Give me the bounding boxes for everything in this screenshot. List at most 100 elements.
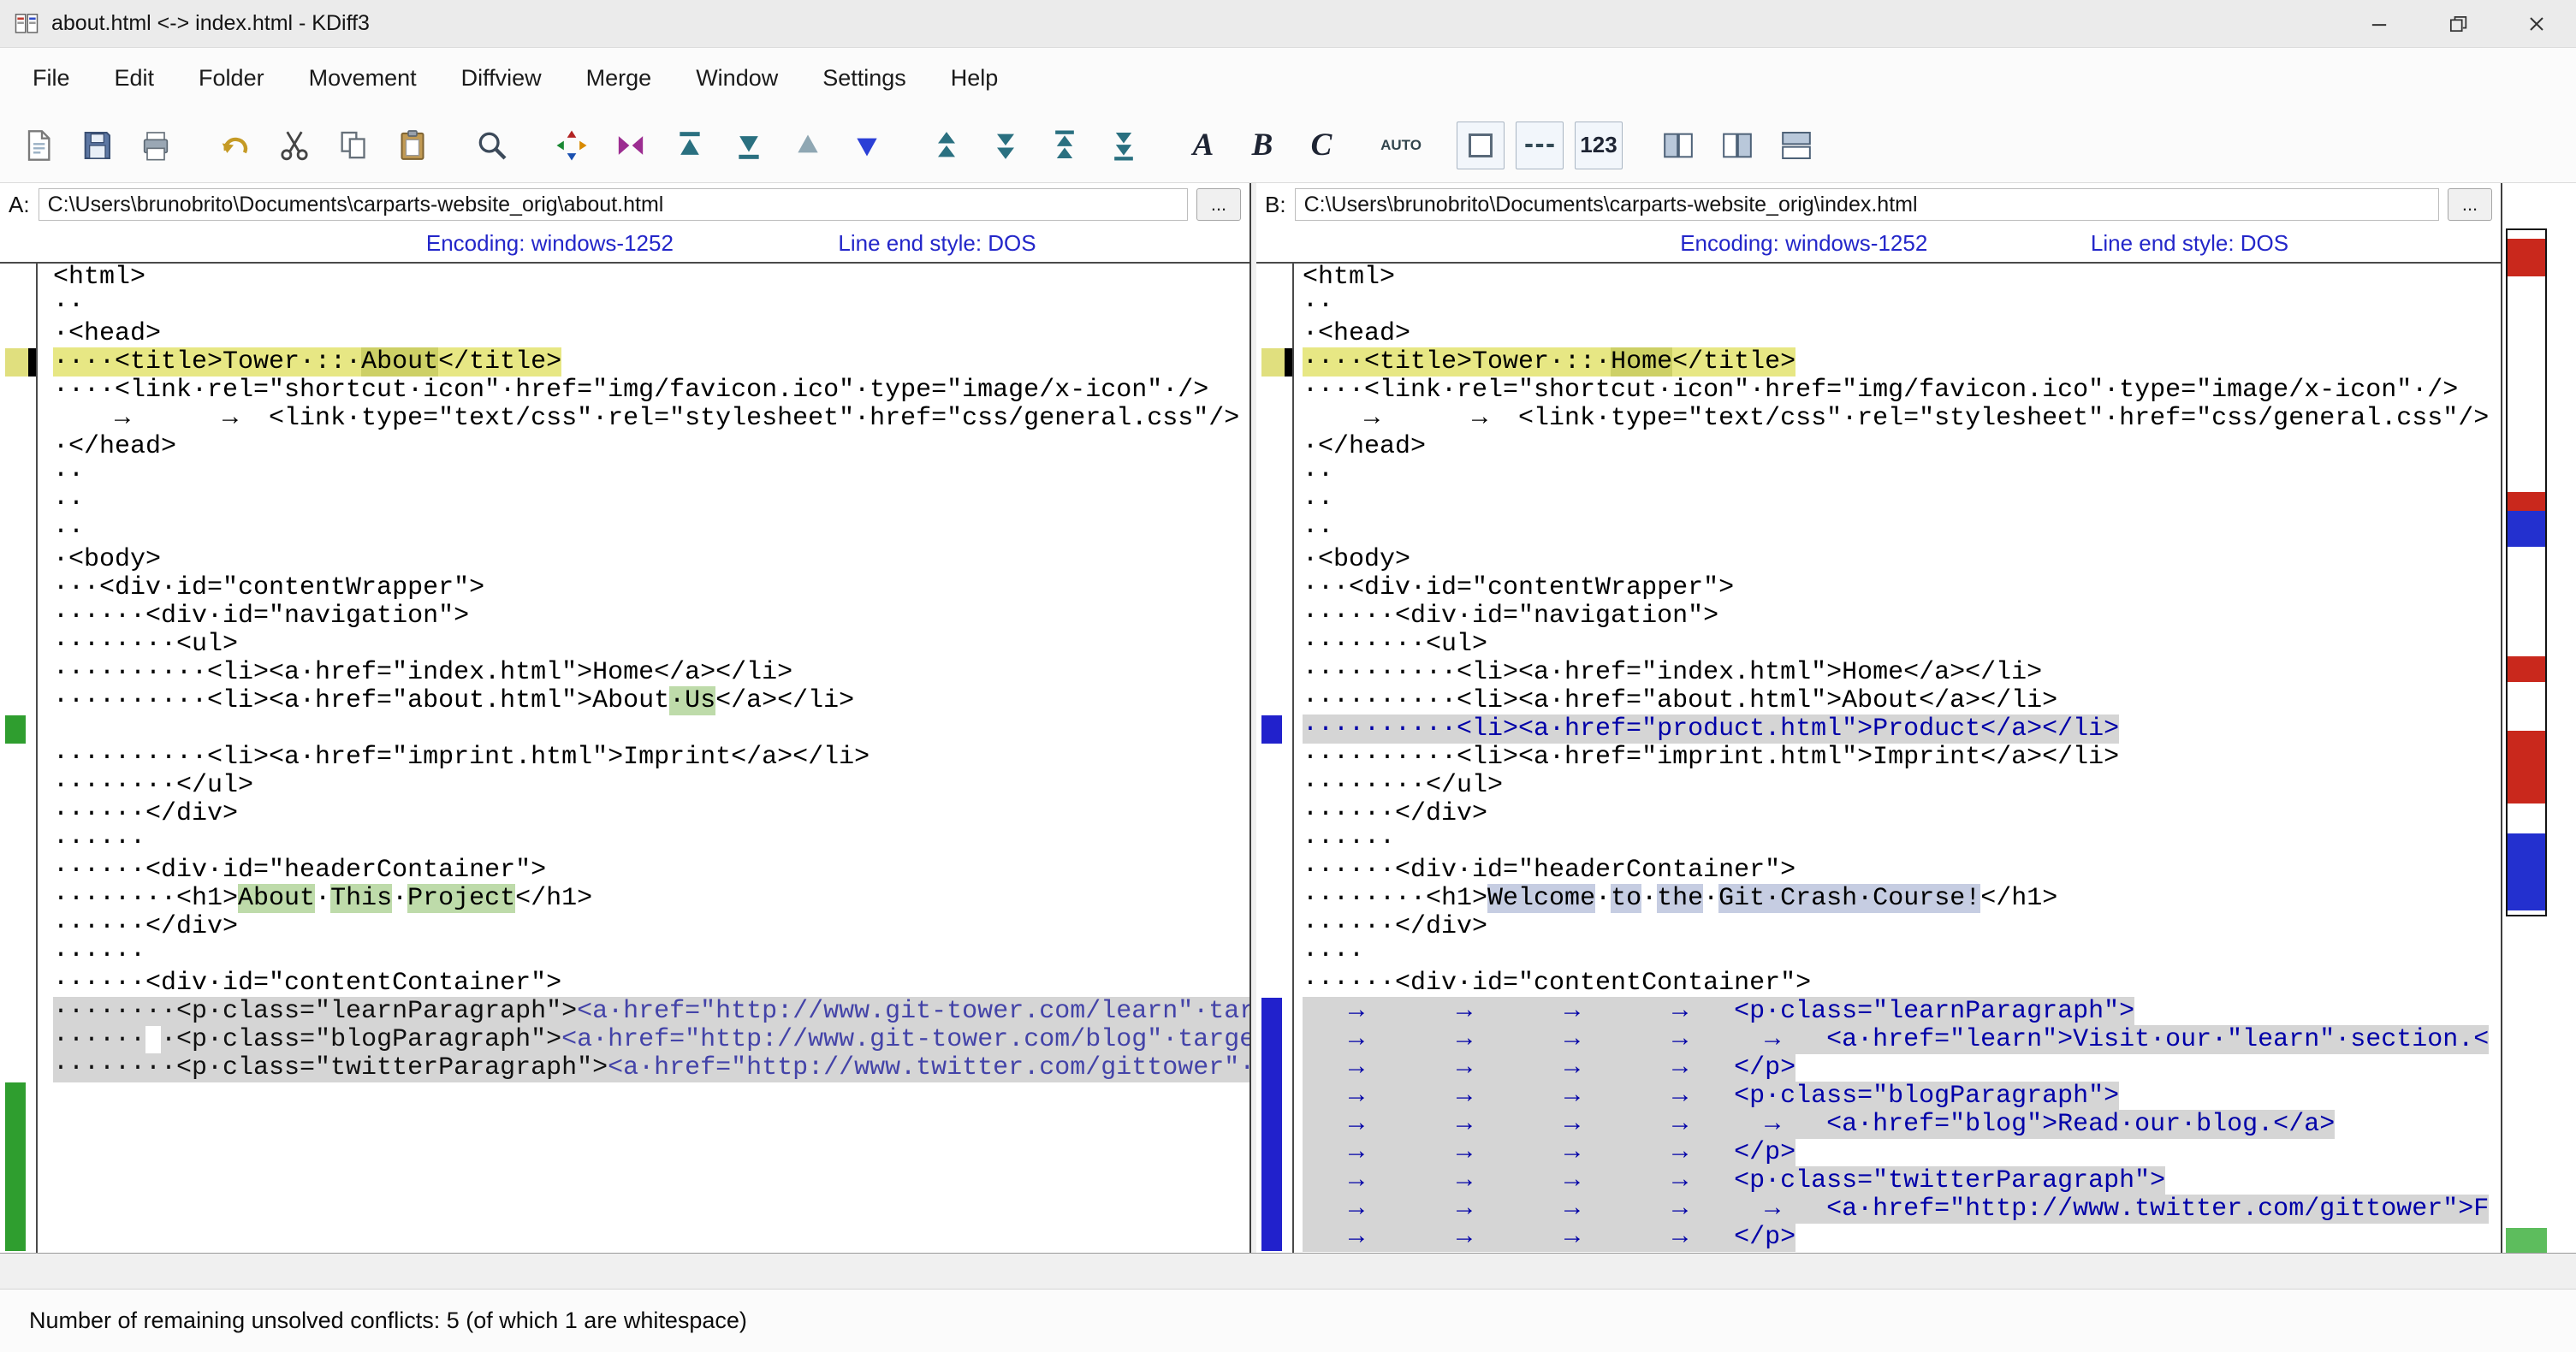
code-line[interactable]: → → → → → <a·href="learn">Visit·our·"lea…: [1303, 1026, 2501, 1054]
overview-bar[interactable]: [2506, 183, 2547, 1253]
pane-b-browse-button[interactable]: ...: [2448, 188, 2492, 221]
code-line[interactable]: ······</div>: [1303, 913, 2501, 941]
code-line[interactable]: → → → → → <a·href="http://www.twitter.co…: [1303, 1195, 2501, 1224]
goto-next-delta-button[interactable]: [843, 119, 891, 172]
code-line[interactable]: ····: [1303, 941, 2501, 970]
code-line[interactable]: ····<title>Tower·::·About</title>: [53, 348, 1249, 377]
undo-button[interactable]: [211, 119, 259, 172]
code-line[interactable]: ··: [1303, 461, 2501, 489]
code-line[interactable]: ········</ul>: [1303, 772, 2501, 800]
paste-button[interactable]: [389, 119, 436, 172]
code-line[interactable]: ······<div·id="headerContainer">: [1303, 857, 2501, 885]
code-a[interactable]: <html>···<head>····<title>Tower·::·About…: [38, 264, 1249, 1253]
code-line[interactable]: ····<link·rel="shortcut·icon"·href="img/…: [1303, 377, 2501, 405]
goto-next-unsolved-conflict-button[interactable]: [1100, 119, 1148, 172]
code-b[interactable]: <html>···<head>····<title>Tower·::·Home<…: [1294, 264, 2501, 1253]
code-line[interactable]: ······: [53, 828, 1249, 857]
code-line[interactable]: ··········<li><a·href="index.html">Home<…: [53, 659, 1249, 687]
menu-item-folder[interactable]: Folder: [176, 48, 287, 108]
menu-item-file[interactable]: File: [10, 48, 92, 108]
code-line[interactable]: ··········<li><a·href="about.html">About…: [53, 687, 1249, 715]
code-line[interactable]: ······</div>: [53, 913, 1249, 941]
goto-current-delta-button[interactable]: [548, 119, 596, 172]
close-button[interactable]: [2497, 0, 2576, 48]
code-line[interactable]: ····<title>Tower·::·Home</title>: [1303, 348, 2501, 377]
code-line[interactable]: ··: [1303, 292, 2501, 320]
menu-item-diffview[interactable]: Diffview: [439, 48, 564, 108]
code-line[interactable]: ··: [53, 461, 1249, 489]
code-line[interactable]: ······<div·id="navigation">: [1303, 602, 2501, 631]
code-line[interactable]: ··········<li><a·href="index.html">Home<…: [1303, 659, 2501, 687]
code-line[interactable]: → → → → </p>: [1303, 1224, 2501, 1252]
save-button[interactable]: [73, 119, 121, 172]
show-whitespace-button[interactable]: [1516, 122, 1564, 169]
code-line[interactable]: ······ ·<p·class="blogParagraph"><a·href…: [53, 1026, 1249, 1054]
print-button[interactable]: [132, 119, 180, 172]
goto-last-delta-button[interactable]: [725, 119, 773, 172]
pane-a-path-field[interactable]: C:\Users\brunobrito\Documents\carparts-w…: [39, 188, 1188, 221]
code-line[interactable]: → → → → </p>: [1303, 1139, 2501, 1167]
goto-prev-delta-button[interactable]: [784, 119, 832, 172]
code-line[interactable]: ·</head>: [1303, 433, 2501, 461]
pane-b-path-field[interactable]: C:\Users\brunobrito\Documents\carparts-w…: [1295, 188, 2439, 221]
code-line[interactable]: ········<h1>About·This·Project</h1>: [53, 885, 1249, 913]
code-line[interactable]: ········<p·class="learnParagraph"><a·hre…: [53, 998, 1249, 1026]
code-line[interactable]: ······<div·id="headerContainer">: [53, 857, 1249, 885]
select-line-b-button[interactable]: B: [1238, 119, 1286, 172]
code-line[interactable]: ··: [1303, 489, 2501, 518]
menu-item-movement[interactable]: Movement: [287, 48, 439, 108]
code-line[interactable]: ······<div·id="contentContainer">: [1303, 970, 2501, 998]
select-line-a-button[interactable]: A: [1179, 119, 1227, 172]
code-line[interactable]: ····<link·rel="shortcut·icon"·href="img/…: [53, 377, 1249, 405]
show-line-numbers-button[interactable]: 123: [1575, 122, 1623, 169]
minimize-button[interactable]: [2340, 0, 2419, 48]
code-line[interactable]: ·</head>: [53, 433, 1249, 461]
code-line[interactable]: ·<head>: [1303, 320, 2501, 348]
code-line[interactable]: → → → → → <a·href="blog">Read·our·blog.<…: [1303, 1111, 2501, 1139]
code-line[interactable]: → → → → <p·class="twitterParagraph">: [1303, 1167, 2501, 1195]
code-line[interactable]: ·<body>: [1303, 546, 2501, 574]
code-line[interactable]: ······</div>: [53, 800, 1249, 828]
code-line[interactable]: <html>: [53, 264, 1249, 292]
code-line[interactable]: ··········<li><a·href="product.html">Pro…: [1303, 715, 2501, 744]
show-whitespace-characters-button[interactable]: [1457, 122, 1505, 169]
show-window-b-button[interactable]: [1713, 119, 1761, 172]
code-line[interactable]: ·<head>: [53, 320, 1249, 348]
code-line[interactable]: ······: [53, 941, 1249, 970]
code-line[interactable]: ·<body>: [53, 546, 1249, 574]
code-line[interactable]: ···<div·id="contentWrapper">: [53, 574, 1249, 602]
code-line[interactable]: → → → → </p>: [1303, 1054, 2501, 1082]
code-line[interactable]: ··: [1303, 518, 2501, 546]
code-line[interactable]: ··········<li><a·href="about.html">About…: [1303, 687, 2501, 715]
menu-item-help[interactable]: Help: [929, 48, 1021, 108]
code-line[interactable]: ········<ul>: [53, 631, 1249, 659]
copy-button[interactable]: [329, 119, 377, 172]
goto-prev-unsolved-conflict-button[interactable]: [1041, 119, 1089, 172]
code-line[interactable]: → → <link·type="text/css"·rel="styleshee…: [1303, 405, 2501, 433]
show-window-c-button[interactable]: [1772, 119, 1820, 172]
goto-next-conflict-button[interactable]: [982, 119, 1030, 172]
code-line[interactable]: ········</ul>: [53, 772, 1249, 800]
pane-a-browse-button[interactable]: ...: [1196, 188, 1241, 221]
show-window-a-button[interactable]: [1654, 119, 1702, 172]
code-line[interactable]: <html>: [1303, 264, 2501, 292]
center-current-delta-button[interactable]: [607, 119, 655, 172]
code-line[interactable]: ··: [53, 292, 1249, 320]
goto-first-delta-button[interactable]: [666, 119, 714, 172]
code-line[interactable]: ······: [1303, 828, 2501, 857]
code-line[interactable]: ··: [53, 518, 1249, 546]
code-line[interactable]: ··: [53, 489, 1249, 518]
new-document-button[interactable]: [14, 119, 62, 172]
code-line[interactable]: ··········<li><a·href="imprint.html">Imp…: [1303, 744, 2501, 772]
code-line[interactable]: ··········<li><a·href="imprint.html">Imp…: [53, 744, 1249, 772]
code-line[interactable]: → → → → <p·class="blogParagraph">: [1303, 1082, 2501, 1111]
code-line[interactable]: ······<div·id="contentContainer">: [53, 970, 1249, 998]
menu-item-edit[interactable]: Edit: [92, 48, 177, 108]
code-line[interactable]: ······</div>: [1303, 800, 2501, 828]
cut-button[interactable]: [270, 119, 318, 172]
code-line[interactable]: [53, 715, 1249, 744]
menu-item-window[interactable]: Window: [674, 48, 800, 108]
code-line[interactable]: → → → → <p·class="learnParagraph">: [1303, 998, 2501, 1026]
select-line-c-button[interactable]: C: [1297, 119, 1345, 172]
goto-prev-conflict-button[interactable]: [923, 119, 970, 172]
